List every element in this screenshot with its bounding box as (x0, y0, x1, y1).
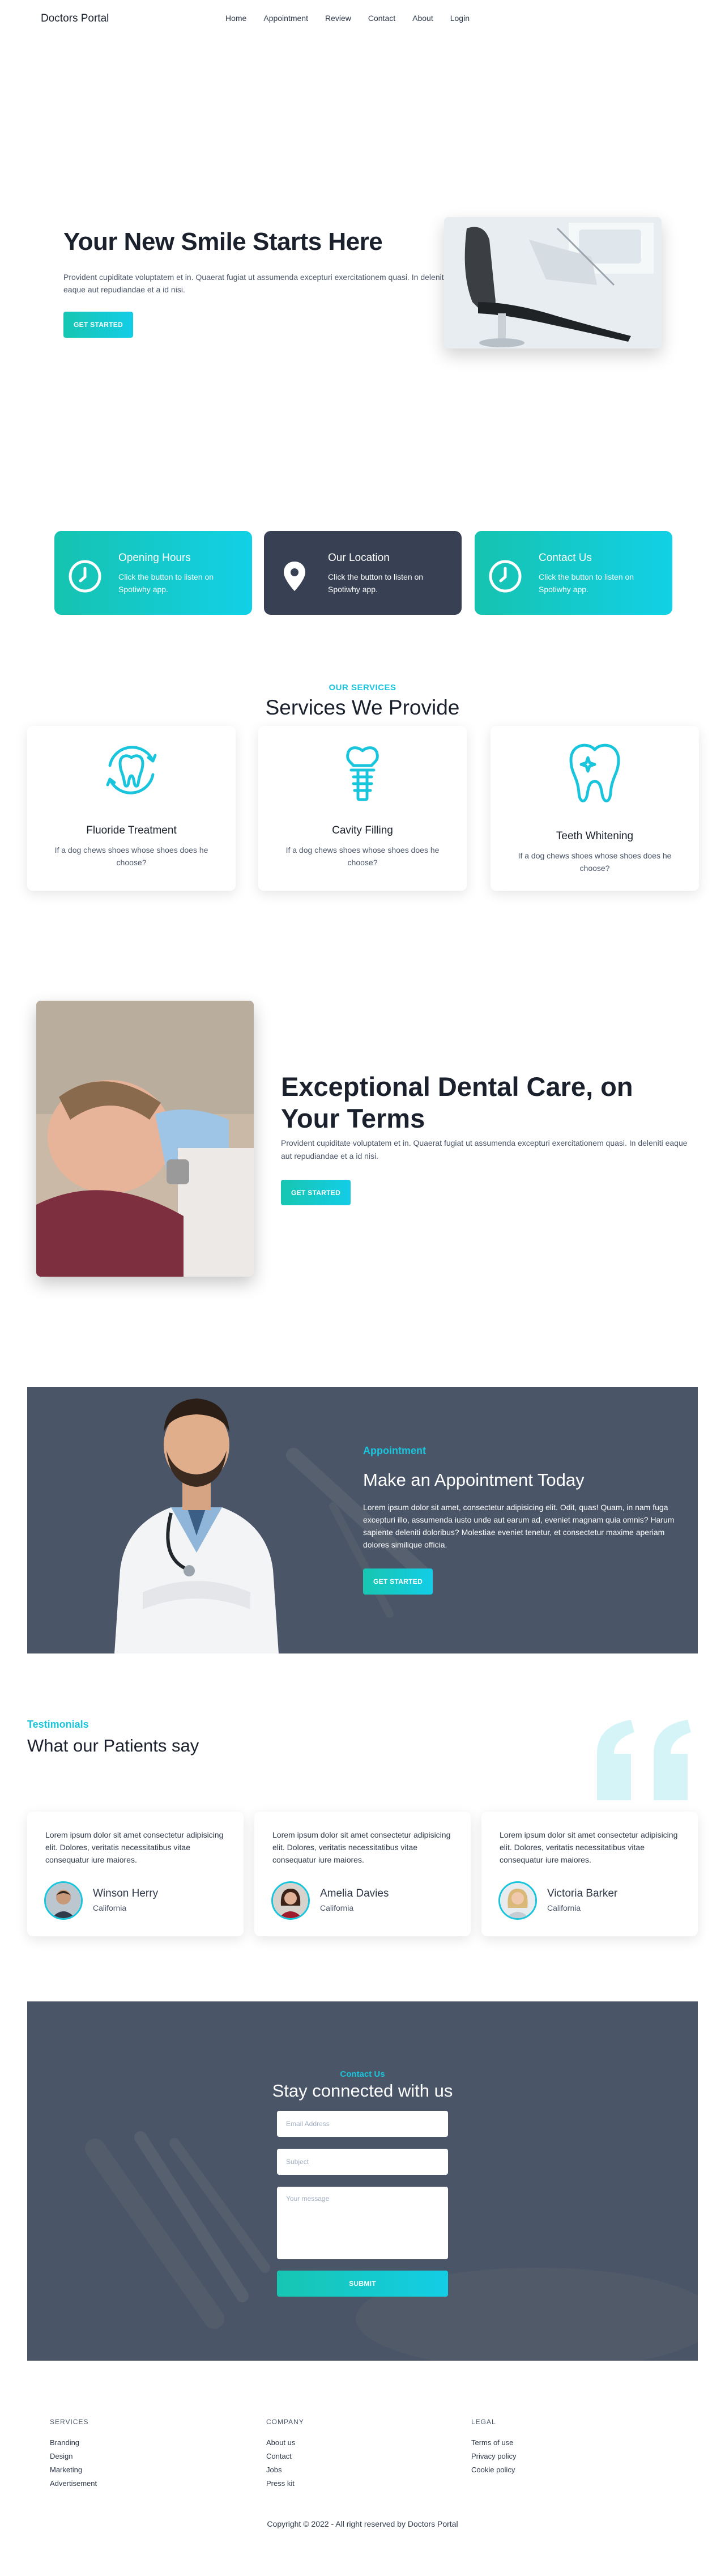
subject-field[interactable] (277, 2149, 448, 2175)
doctor-image (103, 1366, 290, 1653)
testimonial-card: Lorem ipsum dolor sit amet consectetur a… (254, 1812, 471, 1936)
nav-link-contact[interactable]: Contact (368, 14, 395, 23)
brand-logo[interactable]: Doctors Portal (41, 12, 109, 25)
clock-icon (489, 560, 522, 593)
testimonials-kicker: Testimonials (27, 1719, 89, 1730)
service-card-fluoride[interactable]: Fluoride Treatment If a dog chews shoes … (27, 726, 236, 891)
footer-company: COMPANY About us Contact Jobs Press kit (266, 2418, 304, 2493)
dental-care-text: Provident cupiditate voluptatem et in. Q… (281, 1138, 688, 1161)
service-text: If a dog chews shoes whose shoes does he… (518, 851, 672, 873)
submit-button[interactable]: SUBMIT (277, 2271, 448, 2297)
card-title: Our Location (328, 552, 390, 564)
message-field[interactable] (277, 2187, 448, 2259)
quote-icon (597, 1720, 691, 1800)
footer-link[interactable]: Marketing (50, 2466, 97, 2474)
testimonial-name: Amelia Davies (320, 1888, 389, 1899)
appointment-title: Make an Appointment Today (363, 1470, 585, 1490)
email-field[interactable] (277, 2111, 448, 2137)
services-title: Services We Provide (265, 696, 460, 719)
our-location-card[interactable]: Our Location Click the button to listen … (264, 531, 462, 615)
footer-link[interactable]: Design (50, 2452, 97, 2460)
navbar: Doctors Portal Home Appointment Review C… (0, 0, 725, 36)
avatar (44, 1881, 83, 1920)
dental-care-title: Exceptional Dental Care, on Your Terms (281, 1072, 633, 1133)
footer-link[interactable]: Jobs (266, 2466, 304, 2474)
testimonial-location: California (547, 1903, 581, 1912)
footer-legal: LEGAL Terms of use Privacy policy Cookie… (471, 2418, 516, 2479)
dental-patient-image (36, 1001, 254, 1277)
testimonial-location: California (320, 1903, 354, 1912)
testimonial-quote: Lorem ipsum dolor sit amet consectetur a… (45, 1830, 224, 1864)
nav-link-review[interactable]: Review (325, 14, 351, 23)
nav-link-login[interactable]: Login (450, 14, 470, 23)
testimonial-quote: Lorem ipsum dolor sit amet consectetur a… (500, 1830, 678, 1864)
service-card-whitening[interactable]: Teeth Whitening If a dog chews shoes who… (491, 726, 699, 891)
sparkling-tooth-icon (569, 743, 620, 802)
opening-hours-card[interactable]: Opening Hours Click the button to listen… (54, 531, 252, 615)
avatar (498, 1881, 537, 1920)
service-title: Fluoride Treatment (86, 824, 177, 836)
clock-icon (69, 560, 101, 593)
card-text: Click the button to listen on Spotiwhy a… (328, 572, 424, 594)
footer-link[interactable]: Advertisement (50, 2479, 97, 2488)
dental-care-get-started-button[interactable]: GET STARTED (281, 1180, 351, 1205)
card-title: Opening Hours (118, 552, 191, 564)
testimonial-name: Winson Herry (93, 1888, 159, 1899)
avatar (271, 1881, 310, 1920)
testimonial-card: Lorem ipsum dolor sit amet consectetur a… (481, 1812, 698, 1936)
card-text: Click the button to listen on Spotiwhy a… (118, 572, 214, 594)
card-title: Contact Us (539, 552, 592, 564)
tooth-cycle-icon (106, 746, 157, 794)
dental-chair-image (444, 217, 662, 348)
service-card-cavity[interactable]: Cavity Filling If a dog chews shoes whos… (258, 726, 467, 891)
appointment-get-started-button[interactable]: GET STARTED (363, 1568, 433, 1595)
hero-get-started-button[interactable]: GET STARTED (63, 312, 133, 338)
footer-link[interactable]: Branding (50, 2438, 97, 2447)
hero-title: Your New Smile Starts Here (63, 228, 383, 256)
testimonials-title: What our Patients say (27, 1736, 199, 1755)
nav-link-about[interactable]: About (412, 14, 433, 23)
footer-link[interactable]: Cookie policy (471, 2466, 516, 2474)
dental-implant-icon (346, 746, 379, 801)
service-text: If a dog chews shoes whose shoes does he… (285, 845, 440, 867)
service-text: If a dog chews shoes whose shoes does he… (54, 845, 208, 867)
service-title: Teeth Whitening (556, 830, 634, 842)
contact-kicker: Contact Us (340, 2069, 385, 2079)
contact-us-card[interactable]: Contact Us Click the button to listen on… (475, 531, 672, 615)
location-pin-icon (284, 562, 305, 591)
nav-links: Home Appointment Review Contact About Lo… (225, 14, 470, 23)
nav-link-appointment[interactable]: Appointment (263, 14, 308, 23)
contact-title: Stay connected with us (272, 2081, 453, 2101)
footer-heading: SERVICES (50, 2418, 89, 2426)
footer-link[interactable]: Privacy policy (471, 2452, 516, 2460)
card-text: Click the button to listen on Spotiwhy a… (539, 572, 634, 594)
hero-text: Provident cupiditate voluptatem et in. Q… (63, 273, 446, 294)
testimonial-name: Victoria Barker (547, 1888, 618, 1899)
footer-services: SERVICES Branding Design Marketing Adver… (50, 2418, 97, 2493)
copyright: Copyright © 2022 - All right reserved by… (267, 2519, 458, 2528)
services-kicker: OUR SERVICES (329, 683, 396, 692)
nav-link-home[interactable]: Home (225, 14, 246, 23)
testimonial-location: California (93, 1903, 127, 1912)
testimonial-card: Lorem ipsum dolor sit amet consectetur a… (27, 1812, 244, 1936)
footer-link[interactable]: Contact (266, 2452, 304, 2460)
appointment-kicker: Appointment (363, 1445, 426, 1456)
footer-link[interactable]: About us (266, 2438, 304, 2447)
footer-heading: COMPANY (266, 2418, 304, 2426)
footer-link[interactable]: Press kit (266, 2479, 304, 2488)
footer-heading: LEGAL (471, 2418, 496, 2426)
appointment-text: Lorem ipsum dolor sit amet, consectetur … (363, 1503, 675, 1549)
contact-section (27, 2001, 698, 2361)
service-title: Cavity Filling (332, 824, 393, 836)
footer-link[interactable]: Terms of use (471, 2438, 516, 2447)
testimonial-quote: Lorem ipsum dolor sit amet consectetur a… (272, 1830, 451, 1864)
